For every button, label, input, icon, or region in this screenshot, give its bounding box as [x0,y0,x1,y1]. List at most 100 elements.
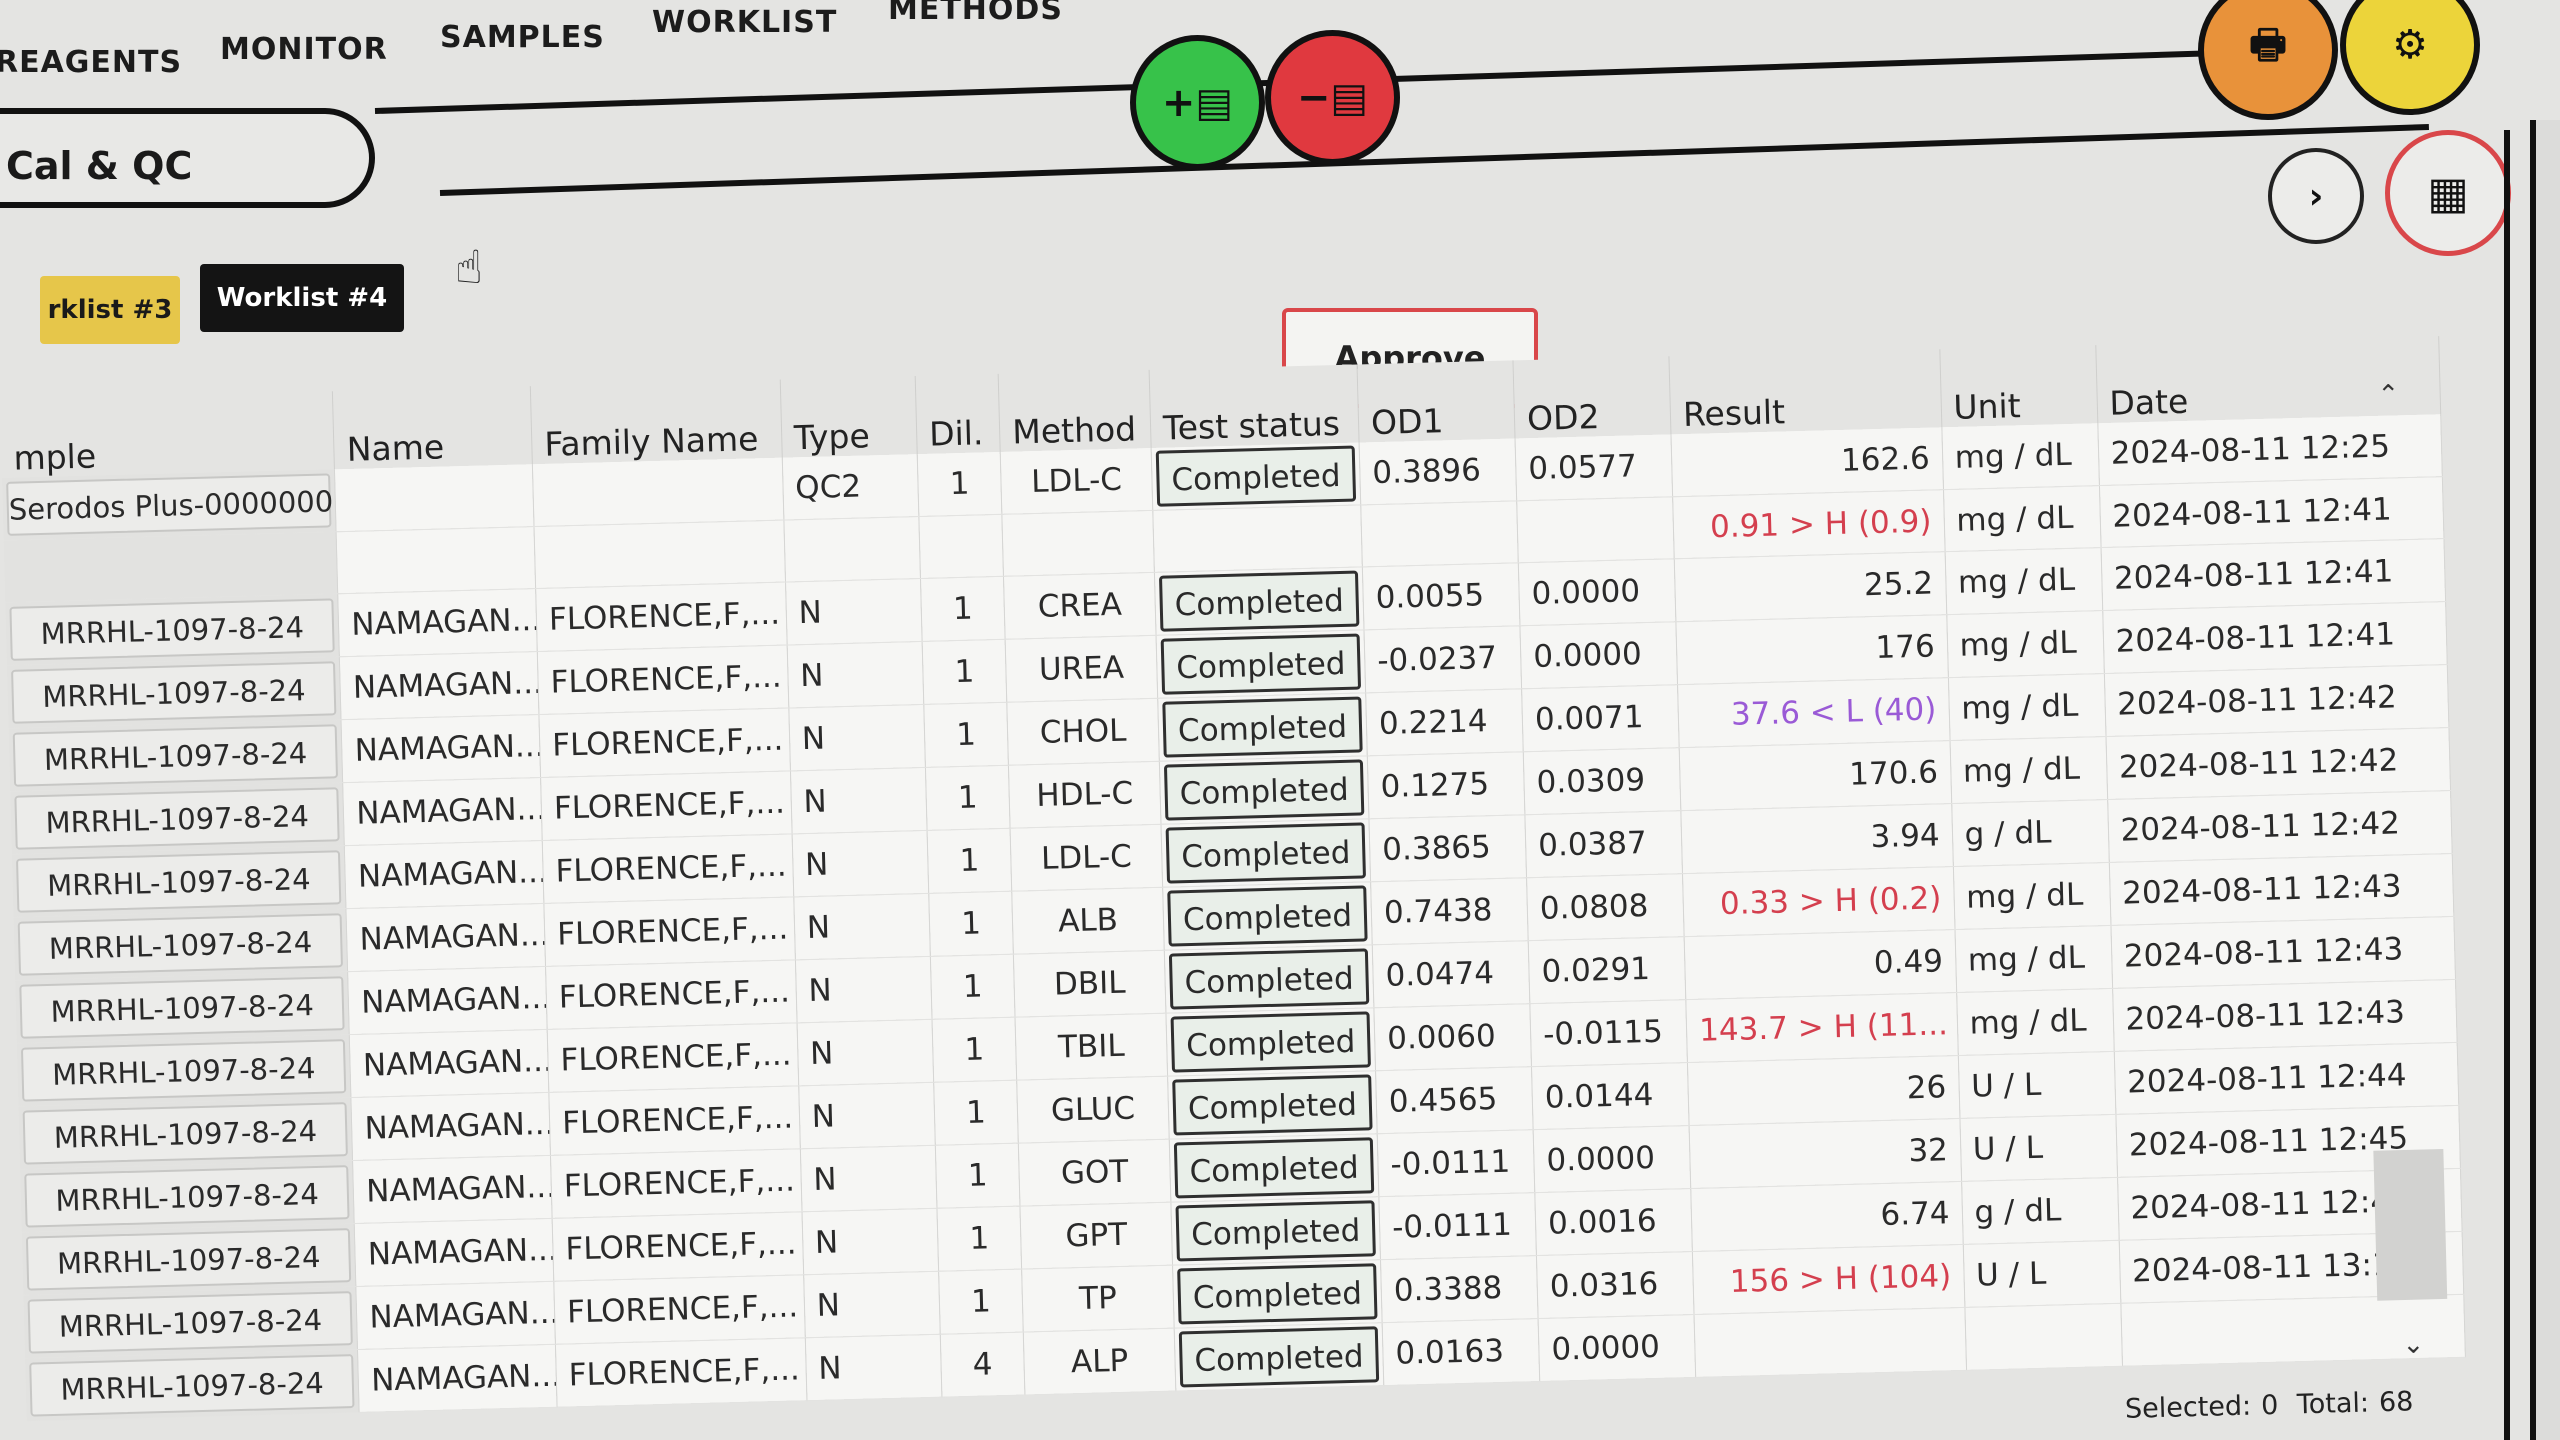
add-worklist-button[interactable]: +▤ [1130,35,1265,170]
cell-test-status [1152,504,1363,573]
settings-button[interactable]: ⚙ [2340,0,2480,115]
cell-test-status-chip[interactable]: Completed [1178,1326,1380,1388]
cell-test-status-chip[interactable]: Completed [1177,1263,1378,1325]
cell-test-status-chip[interactable]: Completed [1160,633,1362,695]
print-button[interactable]: 🖶 [2198,0,2338,120]
cell-type: N [801,1208,939,1275]
cell-sample-chip[interactable]: MRRHL-1097-8-24 [27,1291,354,1354]
col-family-name[interactable]: Family Name [530,379,782,465]
col-type[interactable]: Type [779,376,918,458]
cell-sample-chip[interactable]: MRRHL-1097-8-24 [22,1102,349,1165]
worklist-4-tab[interactable]: Worklist #4 [200,264,404,332]
cell-sample-chip[interactable]: MRRHL-1097-8-24 [17,913,344,976]
cell-family-name: FLORENCE,F,... [540,770,792,841]
cell-test-status: Completed [1174,1322,1384,1392]
cell-sample-chip[interactable]: MRRHL-1097-8-24 [11,661,337,724]
cell-dil: 1 [922,639,1007,705]
col-sample[interactable]: mple [0,391,335,478]
print-icon: 🖶 [2249,22,2287,68]
grid-icon: ▦ [2427,167,2469,219]
tab-divider [439,124,2430,196]
col-od2[interactable]: OD2 [1513,356,1672,439]
nav-methods[interactable]: METHODS [888,0,1063,27]
cell-type: N [798,1082,936,1149]
cell-result: 26 [1687,1055,1960,1126]
col-name[interactable]: Name [332,386,533,470]
hand-cursor-icon: ☝ [455,240,484,294]
cell-name: NAMAGAN... [347,966,548,1035]
scroll-up-icon[interactable]: ⌃ [2377,380,2400,411]
cell-sample: MRRHL-1097-8-24 [5,593,340,666]
cell-family-name: FLORENCE,F,... [545,959,797,1030]
cell-sample-chip[interactable]: MRRHL-1097-8-24 [14,787,341,850]
nav-reagents[interactable]: REAGENTS [0,45,182,80]
cell-test-status-chip[interactable]: Completed [1172,1074,1373,1136]
col-result[interactable]: Result [1669,349,1942,435]
worklist-3-tab[interactable]: rklist #3 [40,276,180,344]
cell-sample-chip[interactable]: Serodos Plus-00000008 [6,473,336,536]
cell-sample-chip[interactable]: MRRHL-1097-8-24 [9,598,336,661]
cell-name: NAMAGAN... [352,1155,553,1224]
nav-monitor[interactable]: MONITOR [220,32,388,67]
cell-sample: MRRHL-1097-8-24 [6,656,342,729]
cell-method: LDL-C [1010,824,1163,892]
cell-result: 0.91 > H (0.9) [1672,489,1945,559]
tab-cal-qc[interactable]: Cal & QC [0,108,375,208]
cell-sample-chip[interactable]: MRRHL-1097-8-24 [25,1228,352,1291]
remove-worklist-button[interactable]: −▤ [1265,30,1400,165]
cell-sample-chip[interactable]: MRRHL-1097-8-24 [16,850,342,913]
cell-type: N [803,1271,941,1338]
cell-method: UREA [1005,635,1158,703]
cell-od1: -0.0111 [1377,1129,1535,1197]
cell-name [334,464,535,532]
scroll-down-icon[interactable]: ⌄ [2402,1330,2425,1361]
cell-method: TP [1021,1265,1175,1333]
cell-od2: 0.0016 [1534,1188,1693,1256]
cell-family-name: FLORENCE,F,... [555,1337,807,1408]
cell-test-status-chip[interactable]: Completed [1175,1200,1376,1262]
cell-sample-chip[interactable]: MRRHL-1097-8-24 [20,1039,347,1102]
cell-od1 [1360,500,1519,567]
cell-sample-chip[interactable]: MRRHL-1097-8-24 [29,1354,355,1417]
cell-test-status-chip[interactable]: Completed [1155,445,1357,507]
cell-od1: 0.3388 [1380,1255,1539,1323]
cell-test-status: Completed [1154,566,1365,636]
cell-name [336,526,536,594]
cell-od2: 0.0000 [1533,1125,1691,1193]
settings-icon: ⚙ [2392,22,2428,68]
cell-sample-chip[interactable]: MRRHL-1097-8-24 [19,976,346,1039]
cell-od2: 0.0000 [1538,1314,1696,1382]
cell-od2: 0.0000 [1518,558,1676,626]
cell-test-status-chip[interactable]: Completed [1170,1011,1371,1073]
cell-sample: MRRHL-1097-8-24 [20,1160,355,1233]
col-test-status[interactable]: Test status [1149,364,1360,448]
cell-od1: 0.1275 [1367,751,1525,819]
cell-test-status-chip[interactable]: Completed [1163,759,1365,821]
next-button[interactable]: › [2268,148,2364,244]
col-dil[interactable]: Dil. [915,373,1001,455]
cell-method [1001,510,1155,577]
cell-test-status-chip[interactable]: Completed [1167,885,1368,947]
col-method[interactable]: Method [998,369,1152,452]
cell-unit: U / L [1962,1240,2121,1308]
cell-test-status-chip[interactable]: Completed [1158,570,1360,632]
cell-sample-chip[interactable]: MRRHL-1097-8-24 [24,1165,350,1228]
cell-sample-chip[interactable]: MRRHL-1097-8-24 [12,724,339,787]
cell-test-status-chip[interactable]: Completed [1165,822,1367,884]
scroll-thumb[interactable] [2373,1148,2448,1301]
cell-test-status-chip[interactable]: Completed [1162,696,1363,758]
col-od1[interactable]: OD1 [1357,360,1516,443]
cell-test-status-chip[interactable]: Completed [1173,1137,1375,1199]
cell-unit: mg / dL [1943,485,2101,552]
cell-od1: 0.3896 [1359,438,1517,505]
cell-type: N [805,1334,942,1401]
col-unit[interactable]: Unit [1939,345,2098,428]
cell-type: N [795,956,932,1023]
cell-test-status: Completed [1170,1196,1381,1266]
cell-result: 25.2 [1674,551,1947,622]
cell-method: GOT [1018,1139,1171,1207]
cell-test-status-chip[interactable]: Completed [1168,948,1370,1010]
nav-samples[interactable]: SAMPLES [440,20,605,55]
nav-worklist[interactable]: WORKLIST [652,5,837,40]
cell-type: N [793,893,931,960]
